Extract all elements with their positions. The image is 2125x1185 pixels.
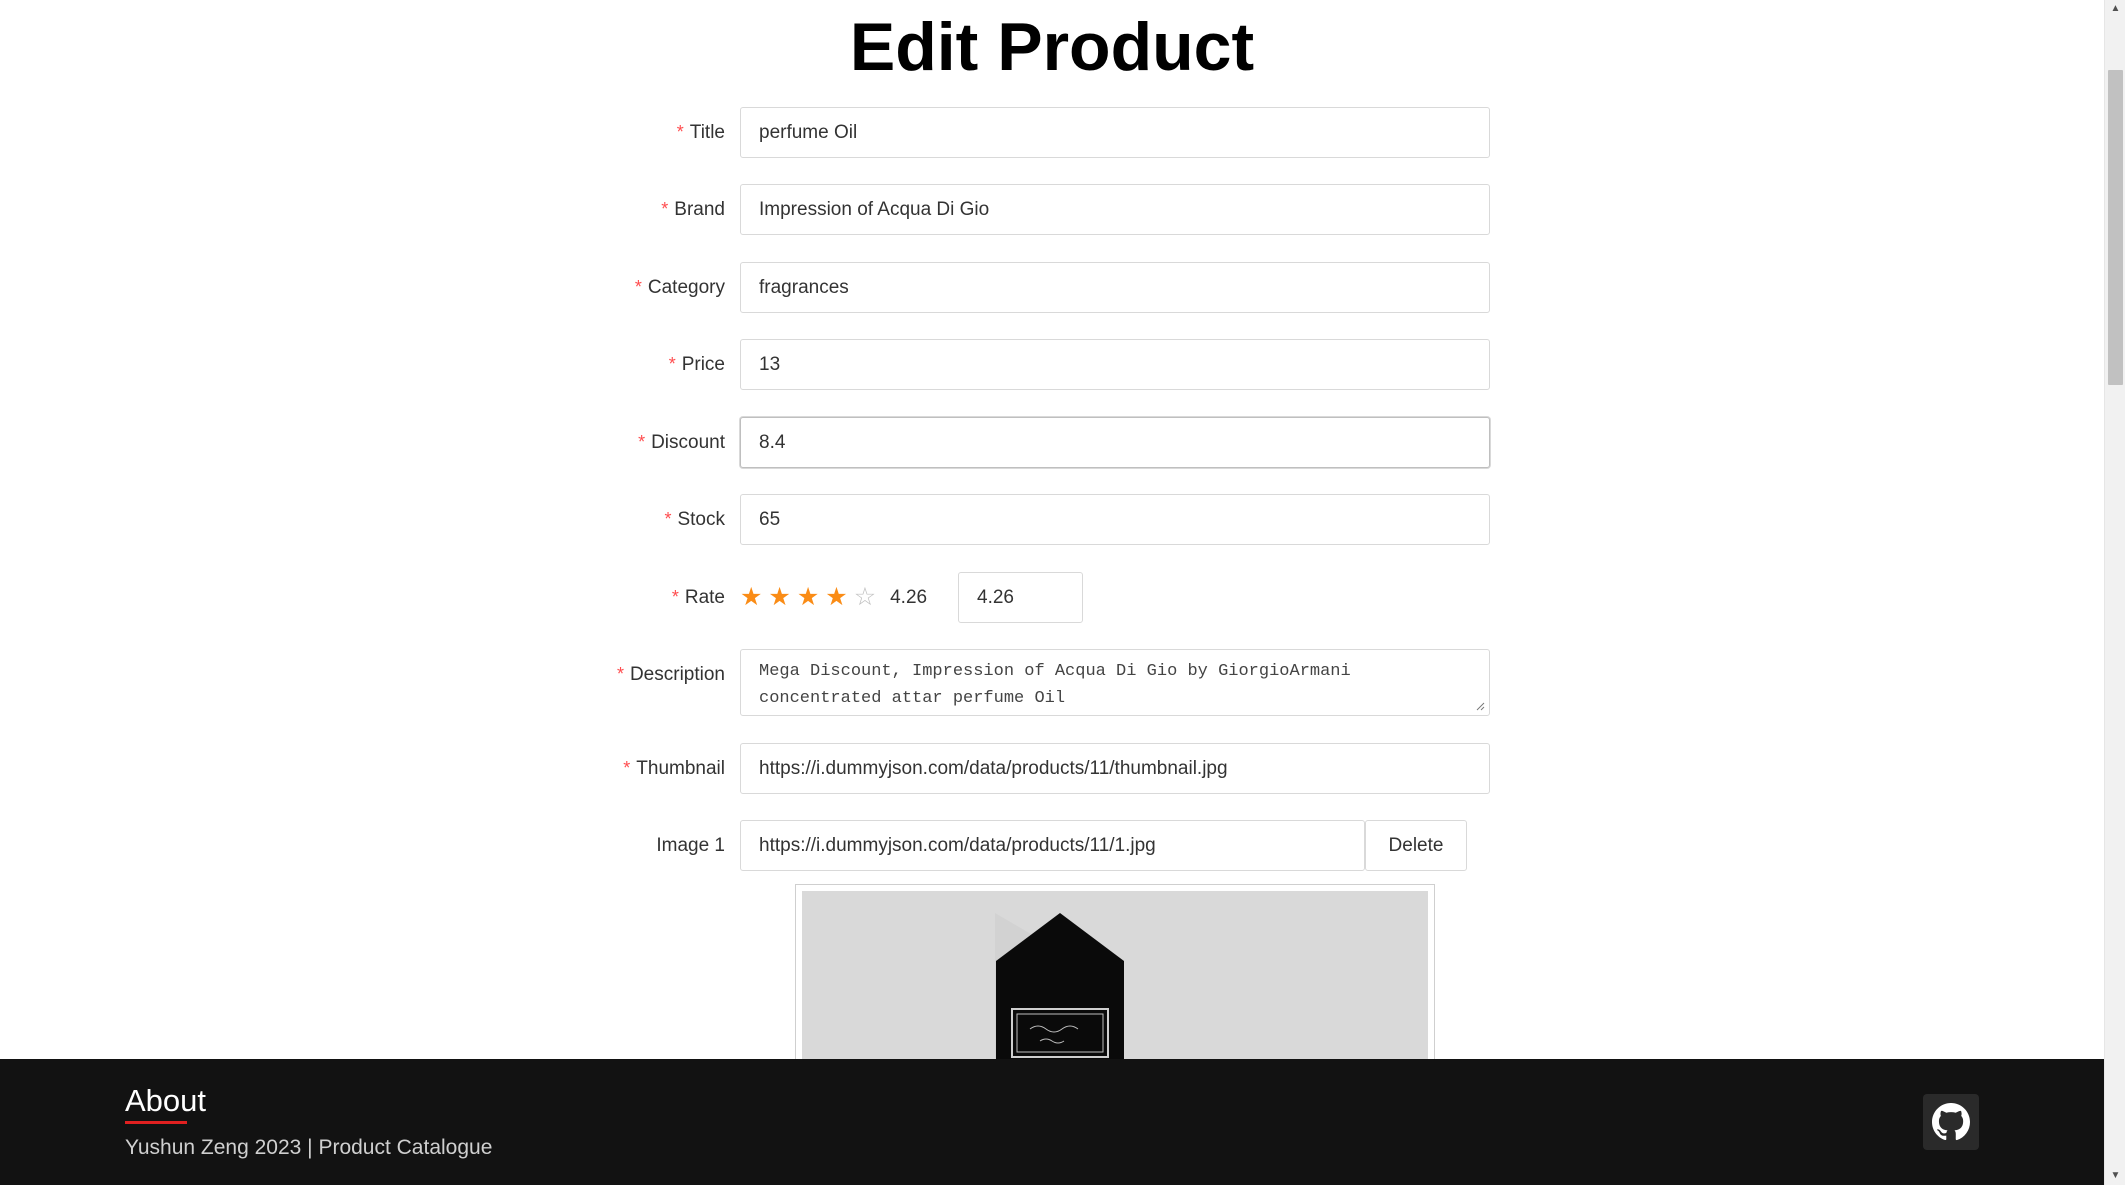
form-row-title: * Title perfume Oil bbox=[600, 107, 1500, 158]
discount-label-text: Discount bbox=[651, 432, 725, 453]
brand-label: * Brand bbox=[661, 184, 725, 235]
page-scrollbar[interactable]: ▲ ▼ bbox=[2104, 0, 2125, 1185]
github-icon bbox=[1932, 1103, 1970, 1141]
rate-input[interactable]: 4.26 bbox=[958, 572, 1083, 623]
required-mark: * bbox=[676, 122, 684, 142]
category-input[interactable]: fragrances bbox=[740, 262, 1490, 313]
image-1-label: Image 1 bbox=[656, 835, 725, 856]
thumbnail-label: * Thumbnail bbox=[623, 743, 725, 794]
title-input[interactable]: perfume Oil bbox=[740, 107, 1490, 158]
form-row-discount: * Discount 8.4 bbox=[600, 417, 1500, 468]
form-row-thumbnail: * Thumbnail https://i.dummyjson.com/data/… bbox=[600, 743, 1500, 794]
required-mark: * bbox=[668, 354, 676, 374]
form-row-stock: * Stock 65 bbox=[600, 494, 1500, 545]
form-row-category: * Category fragrances bbox=[600, 262, 1500, 313]
page-title: Edit Product bbox=[849, 9, 1255, 85]
scrollbar-thumb[interactable] bbox=[2108, 70, 2123, 385]
form-row-image-1: Image 1 https://i.dummyjson.com/data/pro… bbox=[600, 820, 1500, 871]
thumbnail-input[interactable]: https://i.dummyjson.com/data/products/11… bbox=[740, 743, 1490, 794]
description-textarea[interactable]: Mega Discount, Impression of Acqua Di Gi… bbox=[740, 649, 1490, 716]
rate-stars: ★ ★ ★ ★ ☆ 4.26 bbox=[740, 572, 927, 623]
footer-about-heading: About bbox=[125, 1083, 207, 1118]
description-label: * Description bbox=[617, 649, 725, 700]
github-link-button[interactable] bbox=[1923, 1094, 1979, 1150]
price-input[interactable]: 13 bbox=[740, 339, 1490, 390]
required-mark: * bbox=[661, 199, 669, 219]
image-1-input[interactable]: https://i.dummyjson.com/data/products/11… bbox=[740, 820, 1365, 871]
scroll-down-icon[interactable]: ▼ bbox=[2105, 1167, 2125, 1185]
footer: About Yushun Zeng 2023 | Product Catalog… bbox=[0, 1059, 2104, 1185]
scroll-up-icon[interactable]: ▲ bbox=[2105, 0, 2125, 18]
description-text: Mega Discount, Impression of Acqua Di Gi… bbox=[759, 662, 1351, 708]
star-2-icon[interactable]: ★ bbox=[768, 585, 790, 610]
category-label-text: Category bbox=[647, 277, 725, 298]
star-5-icon[interactable]: ☆ bbox=[854, 585, 876, 610]
stock-input[interactable]: 65 bbox=[740, 494, 1490, 545]
description-label-text: Description bbox=[629, 664, 725, 685]
form-row-brand: * Brand Impression of Acqua Di Gio bbox=[600, 184, 1500, 235]
discount-label: * Discount bbox=[638, 417, 725, 468]
required-mark: * bbox=[664, 509, 672, 529]
footer-credits: Yushun Zeng 2023 | Product Catalogue bbox=[125, 1136, 493, 1159]
required-mark: * bbox=[616, 664, 624, 684]
rate-value-text: 4.26 bbox=[890, 586, 928, 608]
price-label: * Price bbox=[669, 339, 725, 390]
rate-label-text: Rate bbox=[684, 587, 725, 608]
price-label-text: Price bbox=[681, 354, 725, 375]
title-label-text: Title bbox=[689, 122, 725, 143]
brand-label-text: Brand bbox=[674, 199, 725, 220]
discount-input[interactable]: 8.4 bbox=[740, 417, 1490, 468]
required-mark: * bbox=[671, 587, 679, 607]
footer-heading-underline bbox=[125, 1121, 187, 1124]
star-1-icon[interactable]: ★ bbox=[740, 585, 762, 610]
thumbnail-label-text: Thumbnail bbox=[636, 758, 725, 779]
stock-label: * Stock bbox=[664, 494, 725, 545]
stock-label-text: Stock bbox=[677, 509, 725, 530]
image-1-delete-button[interactable]: Delete bbox=[1365, 820, 1467, 871]
form-row-price: * Price 13 bbox=[600, 339, 1500, 390]
required-mark: * bbox=[638, 432, 646, 452]
category-label: * Category bbox=[635, 262, 725, 313]
star-3-icon[interactable]: ★ bbox=[797, 585, 819, 610]
form-row-description: * Description Mega Discount, Impression o… bbox=[600, 649, 1500, 716]
required-mark: * bbox=[634, 277, 642, 297]
star-4-icon[interactable]: ★ bbox=[825, 585, 847, 610]
rate-label: * Rate bbox=[672, 572, 725, 623]
title-label: * Title bbox=[677, 107, 725, 158]
form-row-rate: * Rate ★ ★ ★ ★ ☆ 4.26 4.26 bbox=[600, 572, 1500, 623]
edit-product-page: Edit Product * Title perfume Oil * Brand I… bbox=[0, 0, 2104, 1185]
required-mark: * bbox=[623, 758, 631, 778]
resize-handle-icon[interactable] bbox=[1475, 701, 1485, 711]
brand-input[interactable]: Impression of Acqua Di Gio bbox=[740, 184, 1490, 235]
